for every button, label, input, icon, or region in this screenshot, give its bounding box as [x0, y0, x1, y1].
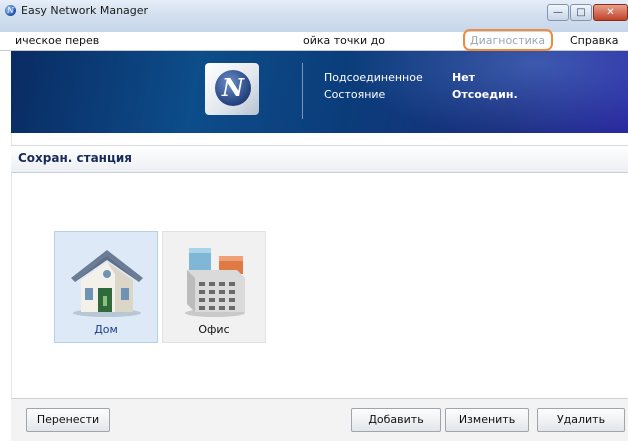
station-home[interactable]: Дом — [54, 231, 158, 343]
station-office-label: Офис — [198, 323, 230, 336]
status-banner: N Подсоединенное Состояние Нет Отсоедин. — [11, 51, 628, 133]
station-office[interactable]: Офис — [162, 231, 266, 343]
add-button[interactable]: Добавить — [351, 408, 441, 432]
maximize-icon: □ — [576, 7, 586, 18]
easy-network-manager-window: N Easy Network Manager — □ ✕ ическое пер… — [0, 0, 628, 441]
menu-item-diagnostics[interactable]: Диагностика — [470, 32, 552, 50]
network-n-icon: N — [215, 70, 251, 106]
move-button[interactable]: Перенести — [26, 408, 110, 432]
menu-bar: ическое перев ойка точки до Диагностика … — [0, 32, 628, 51]
delete-button[interactable]: Удалить — [537, 408, 625, 432]
close-icon: ✕ — [606, 7, 615, 18]
title-bar: N Easy Network Manager — □ ✕ — [0, 0, 628, 33]
menu-item-access-point-setup[interactable]: ойка точки до — [303, 32, 393, 50]
menu-item-auto-switch[interactable]: ическое перев — [15, 32, 137, 50]
minimize-icon: — — [553, 7, 563, 18]
connected-label: Подсоединенное — [324, 71, 423, 84]
menu-item-help[interactable]: Справка — [570, 32, 626, 50]
status-label: Состояние — [324, 88, 386, 101]
status-value: Отсоедин. — [452, 88, 518, 101]
minimize-button[interactable]: — — [547, 4, 569, 21]
connected-value: Нет — [452, 71, 476, 84]
section-title: Сохран. станция — [18, 151, 132, 165]
app-logo-icon: N — [5, 5, 16, 16]
maximize-button[interactable]: □ — [570, 4, 592, 21]
banner-divider — [302, 63, 303, 119]
edit-button[interactable]: Изменить — [445, 408, 529, 432]
close-button[interactable]: ✕ — [593, 4, 628, 21]
window-title: Easy Network Manager — [21, 4, 149, 17]
house-icon — [71, 250, 143, 317]
office-building-icon — [185, 248, 245, 317]
station-home-label: Дом — [94, 323, 118, 336]
network-logo: N — [205, 63, 259, 115]
saved-stations-header: Сохран. станция — [11, 145, 628, 173]
